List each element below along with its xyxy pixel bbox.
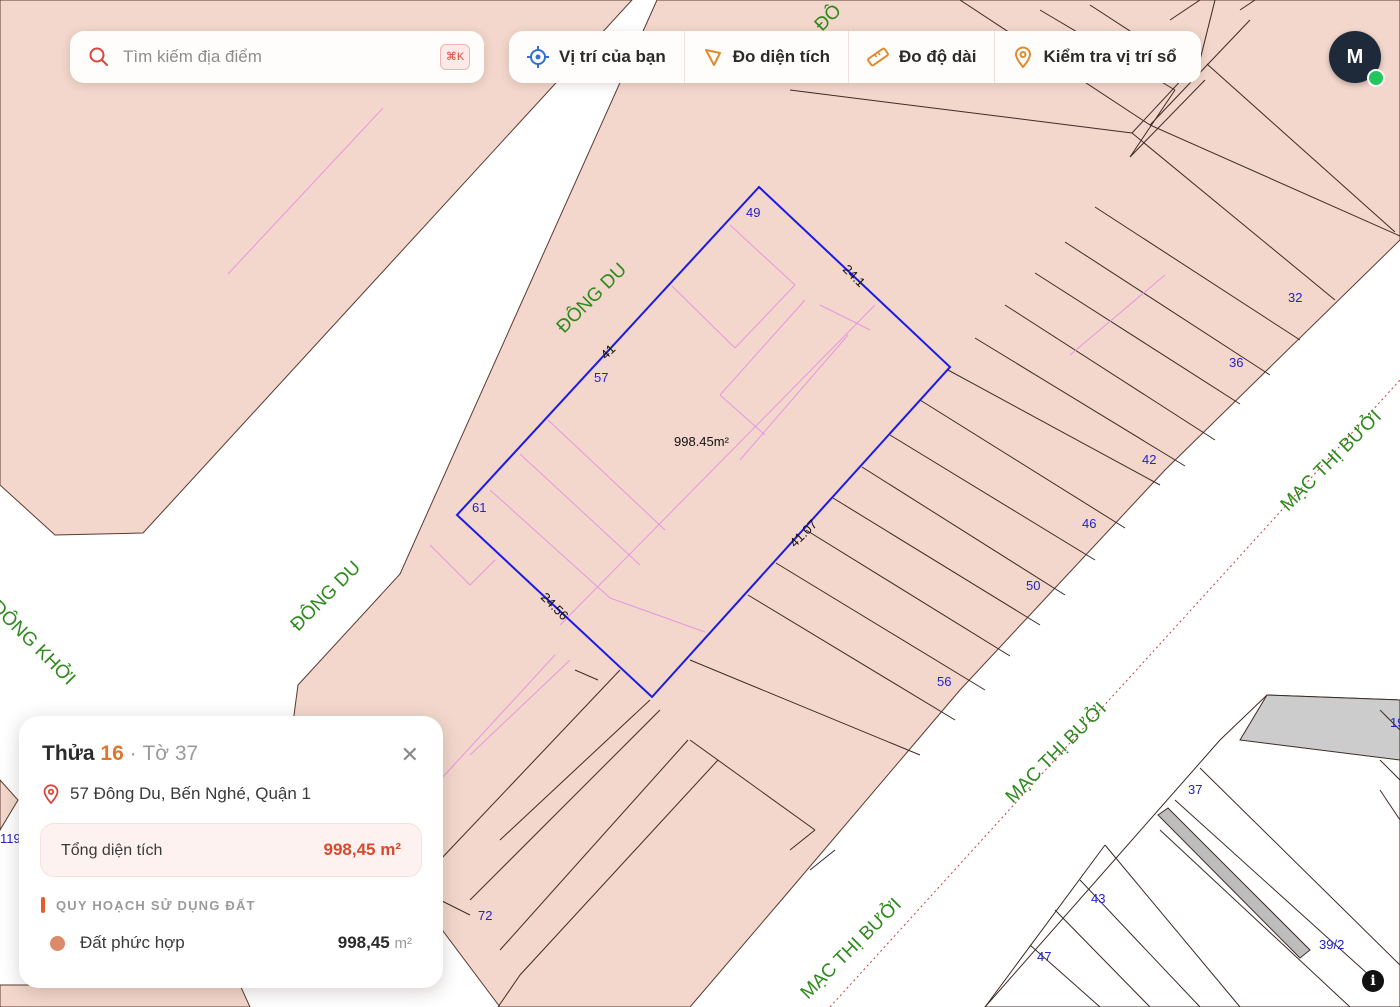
title-separator: · [129,742,137,765]
info-icon[interactable]: i [1362,970,1384,992]
polygon-icon [704,49,721,66]
check-title-location-button[interactable]: Kiểm tra vị trí sổ [995,31,1194,83]
measure-length-label: Đo độ dài [899,47,977,66]
measure-area-label: Đo diện tích [732,47,831,66]
location-pin-icon [1015,46,1032,68]
location-pin-icon [43,784,59,804]
parcel-title: Thửa 16 · Tờ 37 [42,742,198,766]
parcel-number: 32 [1288,290,1302,305]
parcel-info-card: Thửa 16 · Tờ 37 ✕ 57 Đông Du, Bến Nghé, … [19,716,443,988]
land-use-section-header: QUY HOẠCH SỬ DỤNG ĐẤT [41,897,256,913]
parcel-number: 61 [472,500,486,515]
sheet-number: Tờ 37 [142,742,199,765]
street-label-dong-khoi: ĐÔNG KHỞI [0,596,80,690]
land-use-area: 998,45 [337,933,390,952]
address-text: 57 Đông Du, Bến Nghé, Quận 1 [70,784,311,803]
land-use-color-swatch [50,936,65,951]
section-accent-bar [41,897,45,913]
parcel-number: 50 [1026,578,1040,593]
parcel-number: 49 [746,205,760,220]
parcel-title-prefix: Thửa [42,742,95,765]
parcel-number: 42 [1142,452,1156,467]
search-icon [89,47,108,66]
parcel-address: 57 Đông Du, Bến Nghé, Quận 1 [42,784,311,804]
map-toolbar: Vị trí của bạn Đo diện tích Đo độ dài Ki… [509,31,1201,83]
land-use-unit: m² [394,935,413,952]
locate-me-button[interactable]: Vị trí của bạn [509,31,685,83]
close-icon[interactable]: ✕ [401,742,419,768]
selected-area-label: 998.45m² [674,434,730,449]
check-title-location-label: Kiểm tra vị trí sổ [1043,47,1177,66]
locate-me-label: Vị trí của bạn [559,47,666,66]
street-label-mac-thi-buoi-2: MẠC THỊ BƯỞI [1001,698,1111,808]
land-use-section-title: QUY HOẠCH SỬ DỤNG ĐẤT [56,897,256,913]
search-input[interactable]: Tìm kiếm địa điểm [123,47,262,67]
parcel-number: 119 [0,831,21,846]
parcel-number: 47 [1037,949,1051,964]
parcel-number: 72 [478,908,492,923]
parcel-number: 16 [100,742,124,765]
ruler-icon [867,47,889,67]
parcel-number: 36 [1229,355,1243,370]
parcel-block-southwest[interactable] [0,779,19,831]
parcel-block-bottom-left[interactable] [0,984,251,1007]
total-area-box: Tổng diện tích 998,45 m² [40,823,422,877]
parcel-number: 46 [1082,516,1096,531]
crosshair-icon [527,46,549,68]
measure-length-button[interactable]: Đo độ dài [849,31,996,83]
total-area-value: 998,45 m² [323,840,402,859]
parcel-number: 43 [1091,891,1105,906]
total-area-label: Tổng diện tích [61,842,163,859]
street-label-mac-thi-buoi: MẠC THỊ BƯỞI [1276,406,1386,516]
parcel-number: 57 [594,370,608,385]
keyboard-shortcut-badge: ⌘K [440,44,470,70]
measure-area-button[interactable]: Đo diện tích [685,31,850,83]
land-use-value: 998,45 m² [338,933,412,953]
parcel-number: 39/2 [1319,937,1344,952]
search-bar[interactable]: Tìm kiếm địa điểm ⌘K [70,31,484,83]
parcel-number: 19 [1390,715,1400,730]
online-status-dot [1367,69,1385,87]
parcel-number: 37 [1188,782,1202,797]
parcel-number: 56 [937,674,951,689]
street-label-dong-du-2: ĐÔNG DU [286,557,365,636]
street-label-mac-thi-buoi-3: MẠC THỊ BƯỞI [796,894,906,1004]
land-use-name: Đất phức hợp [80,933,185,952]
